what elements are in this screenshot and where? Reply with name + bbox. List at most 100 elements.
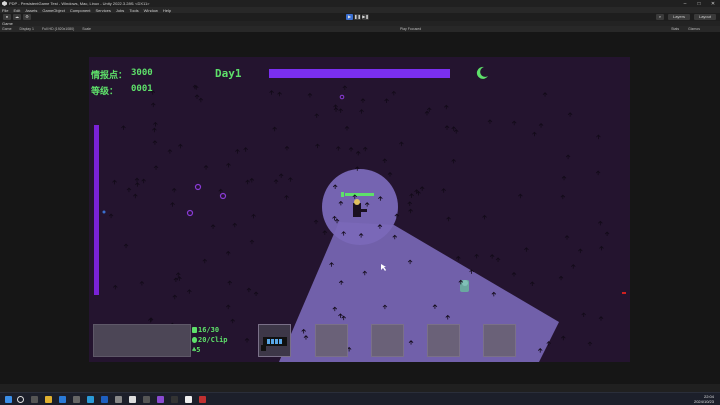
visual-studio-icon[interactable] [157, 396, 164, 403]
play-button[interactable]: ▶ [346, 14, 353, 20]
cloud-icon[interactable]: ☁ [13, 14, 21, 20]
ground-mark [187, 289, 192, 294]
step-button[interactable]: ▶❚ [362, 14, 369, 20]
ground-mark [175, 272, 181, 277]
day-label: Day1 [215, 67, 242, 80]
ground-mark [167, 149, 173, 154]
menu-assets[interactable]: Assets [25, 8, 37, 13]
ground-mark [288, 177, 293, 182]
intel-points-label: 情报点： [91, 71, 128, 81]
ground-mark [474, 253, 479, 259]
ground-mark [451, 158, 456, 164]
clip-ammo: 20/Clip [192, 336, 228, 344]
menu-jobs[interactable]: Jobs [116, 8, 124, 13]
pause-button[interactable]: ❚❚ [354, 14, 361, 20]
menu-edit[interactable]: Edit [13, 8, 20, 13]
ground-mark [599, 245, 604, 251]
menu-help[interactable]: Help [163, 8, 171, 13]
play-controls: ▶ ❚❚ ▶❚ [346, 14, 369, 20]
word-icon[interactable] [101, 396, 108, 403]
ground-mark [482, 214, 487, 220]
inventory-slot-1[interactable] [258, 324, 291, 357]
level-value: 0001 [131, 84, 153, 94]
game-viewport[interactable]: 情报点： 3000 等级： 0001 Day1 16/30 20/Clip ♣5 [89, 57, 630, 362]
ground-mark [322, 230, 328, 235]
resolution-dropdown[interactable]: Full HD (1920x1080) [42, 27, 74, 31]
ground-mark [408, 208, 413, 214]
ground-mark [518, 193, 523, 199]
ground-mark [230, 318, 235, 324]
edge-icon[interactable] [87, 396, 94, 403]
unity-hub-icon[interactable] [129, 396, 136, 403]
ground-mark [225, 304, 231, 310]
inventory-slot-4[interactable] [427, 324, 460, 357]
ground-mark [570, 264, 576, 269]
search-icon[interactable]: ⌕ [656, 14, 664, 20]
search-icon[interactable] [17, 396, 24, 403]
menu-component[interactable]: Component [70, 8, 91, 13]
ground-mark [178, 143, 183, 149]
ground-mark [141, 178, 146, 184]
ground-mark [126, 187, 132, 193]
ground-mark [307, 92, 313, 98]
browser-icon[interactable] [59, 396, 66, 403]
unity-editor-icon[interactable] [185, 396, 192, 403]
scale-slider[interactable]: Scale [82, 27, 91, 31]
file-explorer-icon[interactable] [45, 396, 52, 403]
ground-mark [338, 108, 343, 113]
system-clock[interactable]: 22:04 2024/10/23 [694, 394, 714, 404]
ground-mark [596, 134, 601, 140]
ground-mark [313, 219, 319, 225]
game-mode-dropdown[interactable]: Game [2, 27, 12, 31]
app-icon[interactable] [199, 396, 206, 403]
ground-mark [530, 281, 535, 286]
task-view-icon[interactable] [31, 396, 38, 403]
layers-dropdown[interactable]: Layers [668, 14, 690, 20]
ground-mark [121, 125, 126, 130]
ground-mark [177, 276, 182, 281]
inventory-slot-5[interactable] [483, 324, 516, 357]
app-icon[interactable] [73, 396, 80, 403]
ground-mark [416, 190, 421, 196]
menu-file[interactable]: File [2, 8, 8, 13]
ground-mark [246, 287, 252, 293]
day-progress-bar [269, 69, 450, 78]
steam-icon[interactable] [171, 396, 178, 403]
layout-dropdown[interactable]: Layout [694, 14, 716, 20]
game-view-right-controls: Stats Gizmos [671, 27, 708, 31]
menu-tools[interactable]: Tools [129, 8, 138, 13]
ground-mark [198, 97, 204, 103]
ground-mark [409, 193, 414, 198]
ground-mark [407, 201, 413, 206]
zombie-character [460, 280, 469, 292]
start-menu-icon[interactable] [5, 396, 12, 403]
close-button[interactable]: ✕ [706, 1, 720, 7]
enemy-marker [186, 209, 194, 217]
display-dropdown[interactable]: Display 1 [20, 27, 34, 31]
ground-mark [362, 146, 368, 152]
ground-mark [391, 90, 397, 96]
ground-mark [426, 107, 432, 112]
account-icon[interactable]: ● [3, 14, 11, 20]
app-icon[interactable] [115, 396, 122, 403]
menu-window[interactable]: Window [144, 8, 158, 13]
play-focused-dropdown[interactable]: Play Focused [400, 27, 421, 31]
ground-mark [150, 102, 156, 108]
collab-icon[interactable]: ⚙ [23, 14, 31, 20]
menu-services[interactable]: Services [96, 8, 111, 13]
app-icon[interactable] [143, 396, 150, 403]
gizmos-toggle[interactable]: Gizmos [688, 27, 700, 31]
inventory-slot-2[interactable] [315, 324, 348, 357]
maximize-button[interactable]: □ [692, 1, 706, 7]
stats-toggle[interactable]: Stats [671, 27, 679, 31]
ground-mark [153, 121, 158, 127]
ground-mark [232, 222, 238, 228]
ground-mark [269, 90, 274, 95]
minimize-button[interactable]: – [678, 1, 692, 7]
ground-mark [538, 123, 544, 128]
inventory-slot-3[interactable] [371, 324, 404, 357]
unity-logo-icon [2, 1, 7, 6]
menu-gameobject[interactable]: GameObject [42, 8, 64, 13]
ground-mark [278, 173, 284, 178]
magazine-ammo: 16/30 [192, 326, 219, 334]
